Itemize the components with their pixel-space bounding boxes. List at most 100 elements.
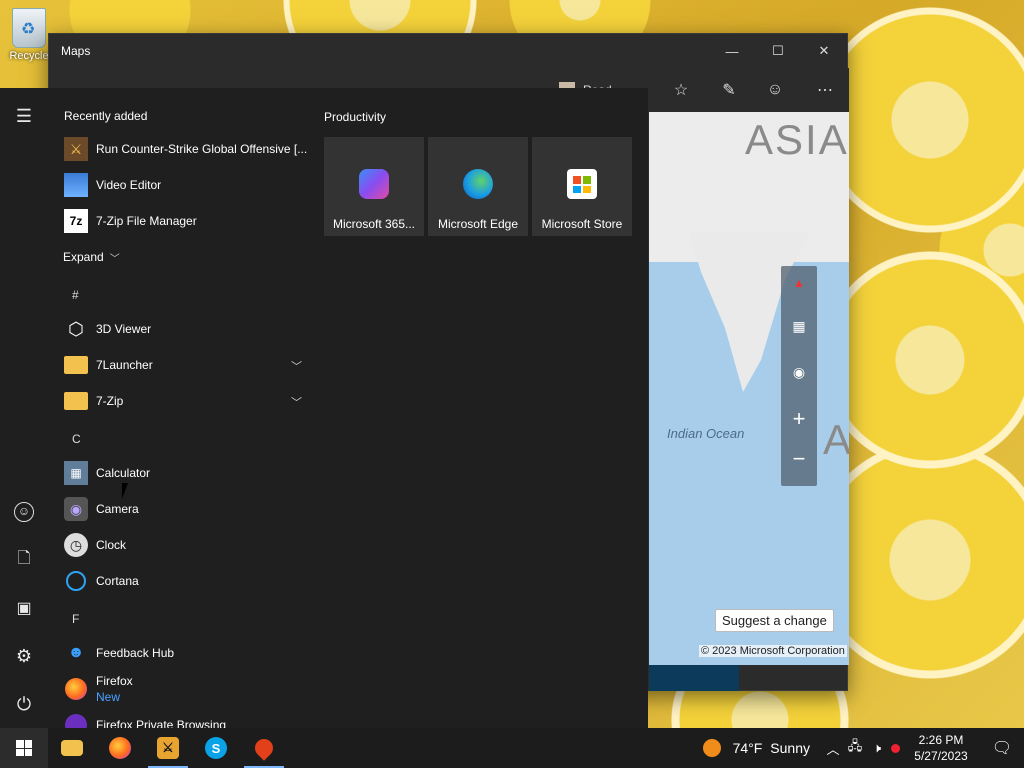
app-label: Camera [96, 502, 139, 516]
csgo-icon: ⚔ [64, 137, 88, 161]
app-label: Video Editor [96, 178, 162, 192]
clock-time: 2:26 PM [918, 733, 964, 747]
clock-date: 5/27/2023 [914, 749, 968, 763]
letter-header-hash[interactable]: # [72, 288, 79, 302]
map-label-australia: AU [823, 416, 849, 463]
app-item-camera[interactable]: ◉ Camera [48, 491, 312, 527]
file-explorer-icon [61, 740, 83, 756]
app-item-cortana[interactable]: Cortana [48, 563, 312, 599]
weather-widget[interactable]: 74°F Sunny [702, 739, 810, 757]
app-item-7zip-folder[interactable]: 7-Zip ﹀ [48, 383, 312, 419]
tile-label: Microsoft 365... [332, 217, 416, 231]
taskbar-file-explorer[interactable] [48, 728, 96, 768]
app-label: 7Launcher [96, 358, 153, 372]
firefox-icon [109, 737, 131, 759]
taskbar-firefox[interactable] [96, 728, 144, 768]
clock-area[interactable]: 2:26 PM 5/27/2023 [902, 732, 980, 764]
folder-icon [64, 392, 88, 410]
map-copyright: © 2023 Microsoft Corporation [699, 645, 847, 657]
suggest-change-button[interactable]: Suggest a change [715, 609, 834, 632]
app-label: Feedback Hub [96, 646, 175, 660]
sign-in-icon[interactable]: ☺ [763, 78, 787, 102]
expand-recent-button[interactable]: Expand ﹀ [48, 239, 312, 275]
start-menu-rail: ☰ ☺ 🗋 ▣ ⚙ ⏻ [0, 88, 48, 728]
camera-icon: ◉ [64, 497, 88, 521]
start-menu: ☰ ☺ 🗋 ▣ ⚙ ⏻ Recently added ⚔ Run Counter… [0, 88, 648, 728]
expand-label: Expand [63, 250, 104, 264]
taskbar-skype[interactable]: S [192, 728, 240, 768]
app-item-firefox-private[interactable]: Firefox Private Browsing [48, 707, 312, 728]
network-icon[interactable]: 🖧 [844, 728, 866, 768]
chevron-down-icon: ﹀ [109, 253, 120, 265]
letter-header-c[interactable]: C [72, 432, 81, 446]
app-item-calculator[interactable]: ▦ Calculator [48, 455, 312, 491]
tile-microsoft-edge[interactable]: Microsoft Edge [428, 137, 528, 236]
csgo-icon: ⚔ [157, 737, 179, 759]
minimize-button[interactable]: — [709, 34, 755, 68]
locate-me-icon[interactable]: ◉ [781, 364, 817, 381]
maps-titlebar[interactable]: Maps — ☐ ✕ [49, 34, 847, 68]
video-editor-icon [64, 173, 88, 197]
letter-header-f[interactable]: F [72, 612, 79, 626]
maps-status-strip [649, 665, 739, 691]
pictures-icon[interactable]: ▣ [12, 596, 36, 620]
map-view[interactable]: ASIA AU Indian Ocean ▲ ▦ ◉ + − Suggest a… [649, 112, 849, 665]
calculator-icon: ▦ [64, 461, 88, 485]
microsoft-365-icon [359, 169, 389, 199]
store-icon [567, 169, 597, 199]
recycle-bin-label: Recycle [9, 50, 49, 62]
app-item-3d-viewer[interactable]: ⬡ 3D Viewer [48, 311, 312, 347]
favorites-icon[interactable]: ☆ [669, 78, 693, 102]
notification-center-icon[interactable]: 🗨 [980, 728, 1024, 768]
power-icon[interactable]: ⏻ [12, 692, 36, 716]
app-item-clock[interactable]: ◷ Clock [48, 527, 312, 563]
mouse-cursor [122, 483, 134, 499]
recently-added-title: Recently added [64, 109, 148, 123]
app-label: Firefox New [96, 673, 133, 705]
tile-microsoft-store[interactable]: Microsoft Store [532, 137, 632, 236]
ink-pen-icon[interactable]: ✎ [717, 78, 741, 102]
tile-label: Microsoft Edge [437, 217, 519, 231]
map-label-asia: ASIA [745, 116, 849, 163]
zoom-out-icon[interactable]: − [781, 446, 817, 472]
map-tilt-icon[interactable]: ▦ [781, 318, 817, 335]
taskbar: ⚔ S 74°F Sunny ︿ 🖧 🕨 2:26 PM 5/27/2023 🗨 [0, 728, 1024, 768]
taskbar-maps[interactable] [240, 728, 288, 768]
edge-icon [463, 169, 493, 199]
taskbar-csgo[interactable]: ⚔ [144, 728, 192, 768]
app-item-7launcher[interactable]: 7Launcher ﹀ [48, 347, 312, 383]
chevron-up-icon[interactable]: ︿ [822, 728, 844, 768]
app-item-video-editor[interactable]: Video Editor [48, 167, 312, 203]
app-label: Run Counter-Strike Global Offensive [... [96, 142, 308, 156]
app-label: Firefox Private Browsing [96, 718, 227, 728]
volume-muted-icon[interactable]: 🕨 [866, 728, 888, 768]
map-control-panel: ▲ ▦ ◉ + − [781, 266, 817, 486]
hamburger-menu-icon[interactable]: ☰ [12, 104, 36, 128]
settings-gear-icon[interactable]: ⚙ [12, 644, 36, 668]
app-label: Cortana [96, 574, 139, 588]
app-item-feedback-hub[interactable]: ☻ Feedback Hub [48, 635, 312, 671]
start-button[interactable] [0, 728, 48, 768]
app-item-7zip-file-manager[interactable]: 7z 7-Zip File Manager [48, 203, 312, 239]
app-label: 7-Zip File Manager [96, 214, 197, 228]
maps-pin-icon [251, 735, 277, 761]
system-tray: 74°F Sunny ︿ 🖧 🕨 2:26 PM 5/27/2023 🗨 [702, 728, 1024, 768]
weather-temperature: 74°F [732, 740, 763, 756]
app-item-firefox[interactable]: Firefox New [48, 671, 312, 707]
new-badge: New [96, 690, 121, 704]
folder-icon [64, 356, 88, 374]
tile-label: Microsoft Store [541, 217, 623, 231]
chevron-down-icon: ﹀ [291, 361, 302, 373]
user-account-icon[interactable]: ☺ [12, 500, 36, 524]
3d-viewer-icon: ⬡ [68, 318, 84, 339]
documents-icon[interactable]: 🗋 [12, 548, 36, 572]
firefox-label: Firefox [96, 674, 133, 688]
more-options-icon[interactable]: ⋯ [813, 78, 837, 102]
maximize-button[interactable]: ☐ [755, 34, 801, 68]
app-item-csgo[interactable]: ⚔ Run Counter-Strike Global Offensive [.… [48, 131, 312, 167]
compass-icon[interactable]: ▲ [781, 276, 817, 290]
recycle-bin-shortcut[interactable]: Recycle [6, 8, 52, 62]
close-button[interactable]: ✕ [801, 34, 847, 68]
zoom-in-icon[interactable]: + [781, 406, 817, 432]
tile-microsoft-365[interactable]: Microsoft 365... [324, 137, 424, 236]
